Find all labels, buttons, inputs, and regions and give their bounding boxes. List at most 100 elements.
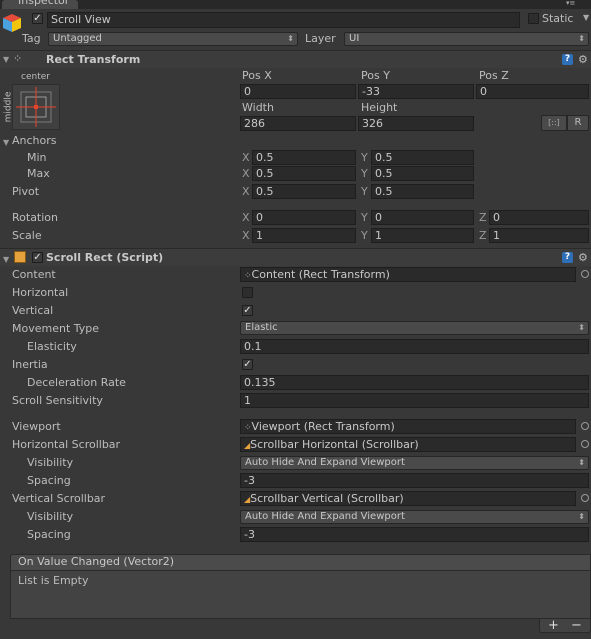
h-spacing-field[interactable]: -3 [240,473,589,488]
viewport-value: Viewport (Rect Transform) [251,420,395,433]
pos-x-field[interactable]: 0 [240,84,356,99]
anchor-min-x-label: X [242,151,250,164]
movement-type-value: Elastic [245,322,278,333]
anchor-min-y-label: Y [361,151,368,164]
scroll-sensitivity-field[interactable]: 1 [240,393,589,408]
rect-transform-foldout-icon[interactable]: ▼ [3,55,9,65]
pos-z-label: Pos Z [479,69,509,82]
rotation-z-field[interactable]: 0 [489,210,589,225]
layer-dropdown[interactable]: UI ⬍ [344,32,589,46]
vertical-checkbox[interactable]: ✓ [242,305,253,316]
horizontal-checkbox[interactable] [242,287,253,298]
content-object-field[interactable]: ⁘Content (Rect Transform) [240,267,576,282]
scale-y-label: Y [361,229,368,242]
content-label: Content [12,268,56,281]
v-visibility-arrow-icon: ⬍ [578,512,585,521]
elasticity-field[interactable]: 0.1 [240,339,589,354]
anchor-max-y-label: Y [361,167,368,180]
raw-edit-button[interactable]: R [567,115,589,131]
movement-type-label: Movement Type [12,322,100,335]
horizontal-scrollbar-picker-icon[interactable] [581,440,589,448]
rect-transform-gear-icon[interactable]: ⚙ [578,54,588,65]
pos-y-field[interactable]: -33 [358,84,474,99]
deceleration-rate-field[interactable]: 0.135 [240,375,589,390]
layer-value: UI [349,33,360,44]
pos-x-label: Pos X [242,69,272,82]
pos-y-label: Pos Y [361,69,390,82]
anchor-max-x-label: X [242,167,250,180]
scroll-rect-gear-icon[interactable]: ⚙ [578,252,588,263]
pivot-x-label: X [242,185,250,198]
pos-z-field[interactable]: 0 [476,84,589,99]
add-listener-button[interactable]: + [548,619,559,633]
anchors-foldout-icon[interactable]: ▼ [3,138,9,148]
vertical-scrollbar-label: Vertical Scrollbar [12,492,106,505]
on-value-changed-list [10,571,591,619]
tab-menu-icon[interactable]: ▾≡ [566,0,588,8]
v-spacing-field[interactable]: -3 [240,527,589,542]
rect-transform-title: Rect Transform [46,53,141,66]
v-visibility-value: Auto Hide And Expand Viewport [245,511,405,522]
scale-x-label: X [242,229,250,242]
rotation-z-label: Z [479,211,487,224]
scroll-sensitivity-label: Scroll Sensitivity [12,394,103,407]
layer-label: Layer [305,32,336,45]
inertia-label: Inertia [12,358,48,371]
movement-type-dropdown[interactable]: Elastic ⬍ [240,321,589,335]
object-name-field[interactable]: Scroll View [47,12,520,28]
h-visibility-value: Auto Hide And Expand Viewport [245,457,405,468]
h-visibility-dropdown[interactable]: Auto Hide And Expand Viewport ⬍ [240,456,589,470]
rotation-x-label: X [242,211,250,224]
anchor-min-x-field[interactable]: 0.5 [252,150,356,165]
inertia-checkbox[interactable]: ✓ [242,359,253,370]
rotation-y-field[interactable]: 0 [371,210,474,225]
deceleration-rate-label: Deceleration Rate [27,376,126,389]
static-checkbox[interactable] [528,13,539,24]
rect-transform-help-icon[interactable]: ? [562,54,573,65]
anchor-presets-button[interactable] [12,84,60,130]
active-checkbox[interactable]: ✓ [32,13,43,24]
h-visibility-label: Visibility [27,456,74,469]
tag-dropdown[interactable]: Untagged ⬍ [48,32,298,46]
scale-y-field[interactable]: 1 [371,228,474,243]
anchor-preset-graphic [16,87,56,127]
static-label: Static [542,12,574,25]
gameobject-cube-icon [2,13,22,33]
anchor-min-y-field[interactable]: 0.5 [371,150,474,165]
viewport-picker-icon[interactable] [581,422,589,430]
static-dropdown-icon[interactable]: ▼ [583,13,589,22]
pivot-x-field[interactable]: 0.5 [252,184,356,199]
anchor-max-label: Max [27,167,50,180]
h-spacing-label: Spacing [27,474,71,487]
anchor-max-x-field[interactable]: 0.5 [252,166,356,181]
scroll-rect-foldout-icon[interactable]: ▼ [3,255,9,265]
anchor-max-y-field[interactable]: 0.5 [371,166,474,181]
vertical-scrollbar-picker-icon[interactable] [581,494,589,502]
height-field[interactable]: 326 [358,116,474,131]
width-field[interactable]: 286 [240,116,356,131]
on-value-changed-title: On Value Changed (Vector2) [18,555,175,568]
content-picker-icon[interactable] [581,270,589,278]
scale-z-field[interactable]: 1 [489,228,589,243]
scroll-rect-enabled-checkbox[interactable]: ✓ [32,252,43,263]
anchor-h-label: center [21,72,50,82]
remove-listener-button[interactable]: − [571,619,582,633]
scale-x-field[interactable]: 1 [252,228,356,243]
blueprint-mode-button[interactable]: [::] [541,115,567,131]
scroll-rect-title: Scroll Rect (Script) [46,251,164,264]
v-visibility-dropdown[interactable]: Auto Hide And Expand Viewport ⬍ [240,510,589,524]
tag-value: Untagged [53,33,102,44]
v-spacing-label: Spacing [27,528,71,541]
vertical-scrollbar-field[interactable]: ◢Scrollbar Vertical (Scrollbar) [240,491,576,506]
list-empty-text: List is Empty [18,574,89,587]
h-visibility-arrow-icon: ⬍ [578,458,585,467]
scale-z-label: Z [479,229,487,242]
horizontal-scrollbar-field[interactable]: ◢Scrollbar Horizontal (Scrollbar) [240,437,576,452]
rotation-x-field[interactable]: 0 [252,210,356,225]
scroll-rect-help-icon[interactable]: ? [562,252,573,263]
pivot-y-field[interactable]: 0.5 [371,184,474,199]
tag-dropdown-arrow-icon: ⬍ [287,34,294,43]
scale-label: Scale [12,229,42,242]
viewport-object-field[interactable]: ⁘Viewport (Rect Transform) [240,419,576,434]
tag-label: Tag [22,32,41,45]
